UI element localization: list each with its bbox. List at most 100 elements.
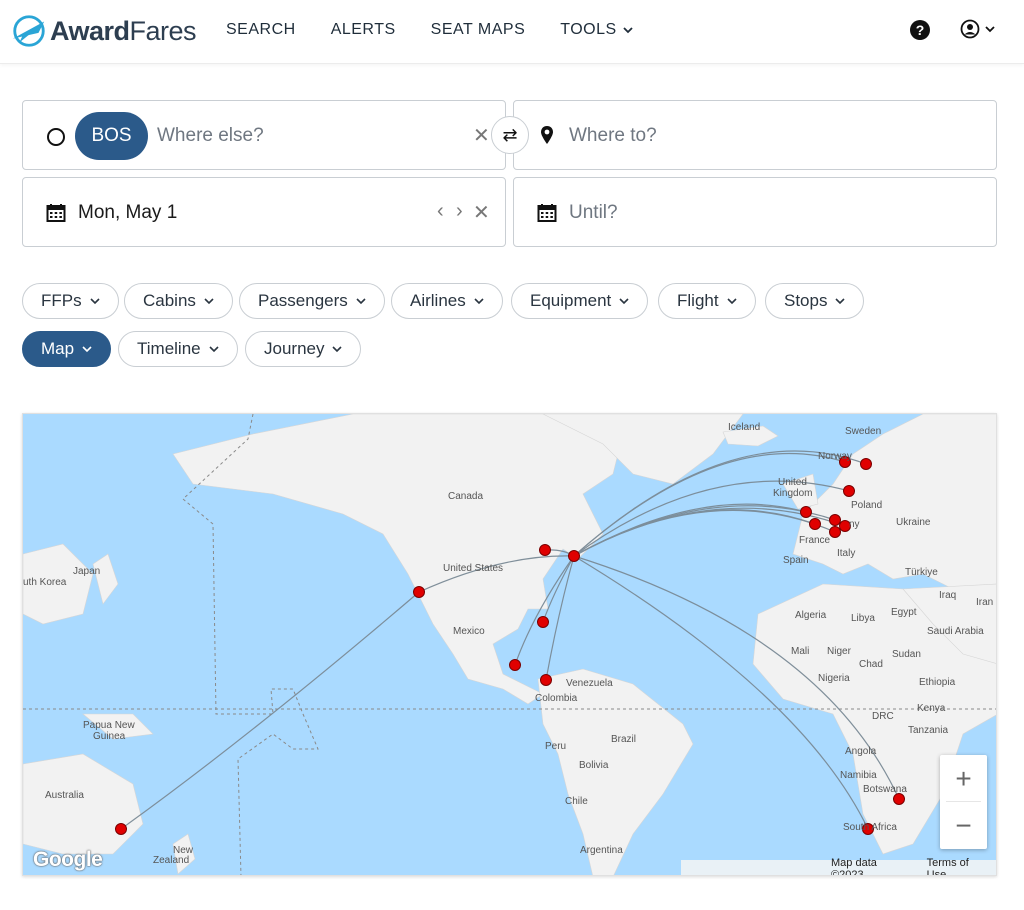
map-label: Tanzania: [908, 725, 948, 736]
map-label: Namibia: [840, 770, 877, 781]
chevron-down-icon: [82, 346, 92, 353]
filter-label: Flight: [677, 291, 719, 310]
origin-input[interactable]: Where else?: [157, 125, 264, 147]
nav-tools[interactable]: TOOLS: [560, 21, 633, 39]
map-label: Angola: [845, 746, 877, 757]
map-label: Mali: [791, 646, 809, 657]
main-nav: SEARCH ALERTS SEAT MAPS TOOLS: [226, 21, 668, 39]
airport-marker[interactable]: [540, 674, 552, 686]
filter-ffps[interactable]: FFPs: [22, 283, 119, 319]
nav-tools-label: TOOLS: [560, 21, 617, 38]
account-menu-button[interactable]: [960, 19, 996, 39]
map-label: Sudan: [892, 649, 921, 660]
depart-date-value: Mon, May 1: [78, 202, 178, 223]
map-label: Venezuela: [566, 678, 613, 689]
map-label: France: [799, 535, 831, 546]
map-label: Iceland: [728, 422, 760, 433]
map-canvas[interactable]: Iceland Sweden Norway Canada United King…: [23, 414, 997, 876]
clear-origin-icon[interactable]: ✕: [473, 123, 490, 148]
top-nav-bar: AwardFares SEARCH ALERTS SEAT MAPS TOOLS…: [0, 0, 1024, 64]
airport-marker[interactable]: [413, 586, 425, 598]
map-label: Zealand: [153, 855, 189, 866]
filter-airlines[interactable]: Airlines: [391, 283, 503, 319]
map-label: Spain: [783, 555, 809, 566]
map-label: Türkiye: [905, 567, 938, 578]
zoom-out-button[interactable]: −: [940, 802, 987, 849]
chevron-down-icon: [623, 27, 633, 34]
plane-logo-icon: [12, 15, 45, 47]
map-label: Iran: [976, 597, 993, 608]
map-label: Libya: [851, 613, 875, 624]
nav-alerts[interactable]: ALERTS: [331, 21, 396, 39]
filter-label: FFPs: [41, 291, 82, 310]
airport-marker[interactable]: [809, 518, 821, 530]
filter-cabins[interactable]: Cabins: [124, 283, 233, 319]
map-label: United States: [443, 563, 503, 574]
prev-date-icon[interactable]: ‹: [437, 200, 444, 223]
origin-field[interactable]: BOS Where else? ✕: [22, 100, 506, 170]
clear-date-icon[interactable]: ✕: [473, 200, 490, 225]
map-label: DRC: [872, 711, 894, 722]
return-date-input[interactable]: Until?: [569, 202, 618, 224]
airport-marker[interactable]: [115, 823, 127, 835]
chevron-down-icon: [619, 298, 629, 305]
filter-passengers[interactable]: Passengers: [239, 283, 385, 319]
chevron-down-icon: [985, 26, 995, 33]
origin-chip-bos[interactable]: BOS: [75, 112, 148, 160]
airport-marker-bos[interactable]: [568, 550, 580, 562]
return-date-field[interactable]: Until?: [513, 177, 997, 247]
destination-input[interactable]: Where to?: [569, 125, 657, 147]
swap-icon[interactable]: ⇄: [491, 116, 529, 154]
map-label: Sweden: [845, 426, 881, 437]
airport-marker[interactable]: [843, 485, 855, 497]
route-map[interactable]: Iceland Sweden Norway Canada United King…: [22, 413, 997, 876]
chevron-down-icon: [356, 298, 366, 305]
nav-seat-maps[interactable]: SEAT MAPS: [431, 21, 526, 39]
next-date-icon[interactable]: ›: [456, 200, 463, 223]
map-label: Italy: [837, 548, 855, 559]
view-timeline-toggle[interactable]: Timeline: [118, 331, 238, 367]
map-label: Mexico: [453, 626, 485, 637]
zoom-in-button[interactable]: +: [940, 755, 987, 802]
airport-marker[interactable]: [800, 506, 812, 518]
view-map-toggle[interactable]: Map: [22, 331, 112, 367]
filter-equipment[interactable]: Equipment: [511, 283, 649, 319]
airport-marker[interactable]: [829, 514, 841, 526]
airport-marker[interactable]: [537, 616, 549, 628]
view-journey-toggle[interactable]: Journey: [245, 331, 362, 367]
map-label: Saudi Arabia: [927, 626, 984, 637]
airport-marker[interactable]: [893, 793, 905, 805]
awardfares-logo[interactable]: AwardFares: [10, 12, 197, 50]
map-label: Algeria: [795, 610, 827, 621]
nav-search[interactable]: SEARCH: [226, 21, 296, 39]
map-label: Ethiopia: [919, 677, 956, 688]
map-label: uth Korea: [23, 577, 67, 588]
map-data-credit[interactable]: Map data ©2023: [831, 857, 911, 876]
chevron-down-icon: [727, 298, 737, 305]
destination-field[interactable]: Where to?: [513, 100, 997, 170]
chevron-down-icon: [835, 298, 846, 305]
map-label: Colombia: [535, 693, 578, 704]
map-label: Peru: [545, 741, 566, 752]
map-label: Kenya: [917, 703, 946, 714]
help-icon[interactable]: ?: [910, 20, 930, 40]
view-timeline-label: Timeline: [137, 339, 201, 358]
origin-circle-icon: [47, 128, 65, 146]
map-label: Nigeria: [818, 673, 850, 684]
depart-date-field[interactable]: Mon, May 1 ‹ › ✕: [22, 177, 506, 247]
map-label: Brazil: [611, 734, 636, 745]
map-label: Argentina: [580, 845, 623, 856]
airport-marker[interactable]: [829, 526, 841, 538]
airport-marker[interactable]: [509, 659, 521, 671]
view-journey-label: Journey: [264, 339, 325, 358]
filter-stops[interactable]: Stops: [765, 283, 865, 319]
filter-label: Stops: [784, 291, 828, 310]
map-label: Canada: [448, 491, 483, 502]
filter-flight[interactable]: Flight: [658, 283, 756, 319]
airport-marker[interactable]: [860, 458, 872, 470]
google-logo[interactable]: Google: [33, 848, 103, 872]
map-label: Bolivia: [579, 760, 609, 771]
filter-label: Cabins: [143, 291, 196, 310]
airport-marker[interactable]: [539, 544, 551, 556]
terms-of-use-link[interactable]: Terms of Use: [927, 857, 990, 876]
